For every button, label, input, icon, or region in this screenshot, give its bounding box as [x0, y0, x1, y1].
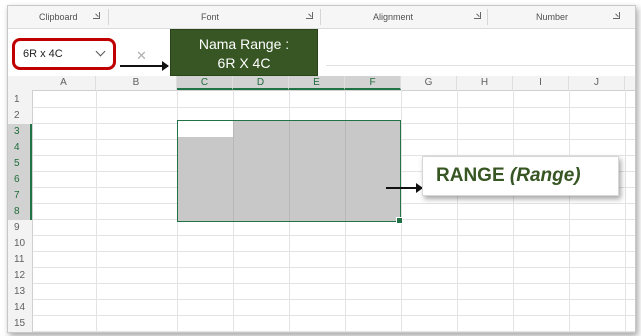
clipboard-launcher-icon[interactable]	[93, 12, 100, 19]
range-grid-line	[289, 121, 290, 221]
range-arrow	[386, 183, 423, 193]
grid-line	[33, 315, 635, 316]
ribbon-group-font: Font	[201, 12, 220, 22]
column-header-a[interactable]: A	[32, 76, 96, 90]
row-header-bar: 1 2 3 4 5 6 7 8 9 10 11 12 13 14 15	[8, 90, 33, 332]
range-annotation: RANGE (Range)	[422, 156, 619, 196]
row-header-7[interactable]: 7	[8, 188, 32, 204]
row-header-2[interactable]: 2	[8, 108, 32, 124]
grid-line	[33, 299, 635, 300]
row-header-9[interactable]: 9	[8, 220, 32, 236]
grid-line	[401, 90, 402, 332]
grid-line	[457, 90, 458, 332]
column-header-j[interactable]: J	[569, 76, 625, 90]
ribbon-separator	[487, 9, 488, 25]
cell-grid[interactable]	[33, 90, 635, 332]
column-header-bar: A B C D E F G H I J K	[8, 76, 635, 91]
column-header-e[interactable]: E	[289, 76, 345, 90]
fill-handle[interactable]	[396, 217, 403, 224]
column-header-g[interactable]: G	[401, 76, 457, 90]
grid-line	[625, 90, 626, 332]
ribbon-group-clipboard: Clipboard	[39, 12, 78, 22]
excel-window: Clipboard Font Alignment Number 6R x 4C …	[7, 5, 636, 333]
grid-line	[33, 267, 635, 268]
column-header-f[interactable]: F	[345, 76, 401, 90]
grid-line	[513, 90, 514, 332]
ribbon-separator	[320, 9, 321, 25]
callout-value: 6R X 4C	[217, 55, 271, 71]
ribbon: Clipboard Font Alignment Number	[8, 6, 635, 29]
ribbon-group-alignment: Alignment	[373, 12, 414, 22]
selected-range[interactable]	[177, 120, 403, 224]
column-header-d[interactable]: D	[233, 76, 289, 90]
font-launcher-icon[interactable]	[306, 12, 313, 19]
row-header-8[interactable]: 8	[8, 204, 32, 220]
range-grid-line	[345, 121, 346, 221]
row-header-5[interactable]: 5	[8, 156, 32, 172]
formula-bar: 6R x 4C ✕ Nama Range : 6R X 4C	[8, 29, 635, 76]
grid-line	[33, 283, 635, 284]
range-label-word: RANGE	[436, 165, 505, 186]
name-box-value: 6R x 4C	[23, 48, 63, 60]
range-grid-line	[233, 121, 234, 221]
column-header-c[interactable]: C	[177, 76, 233, 90]
select-all-corner[interactable]	[8, 76, 32, 90]
grid-line	[33, 251, 635, 252]
row-header-15[interactable]: 15	[8, 316, 32, 332]
callout-name-range: Nama Range : 6R X 4C	[170, 29, 318, 76]
row-header-13[interactable]: 13	[8, 284, 32, 300]
grid-line	[33, 107, 635, 108]
row-header-4[interactable]: 4	[8, 140, 32, 156]
number-launcher-icon[interactable]	[613, 12, 620, 19]
row-header-12[interactable]: 12	[8, 268, 32, 284]
grid-line	[33, 331, 635, 332]
active-cell[interactable]	[178, 121, 234, 137]
cancel-icon[interactable]: ✕	[136, 49, 147, 62]
row-header-14[interactable]: 14	[8, 300, 32, 316]
ribbon-separator	[108, 9, 109, 25]
callout-arrow	[120, 61, 169, 71]
alignment-launcher-icon[interactable]	[474, 12, 481, 19]
name-box[interactable]: 6R x 4C	[12, 38, 116, 70]
row-header-3[interactable]: 3	[8, 124, 32, 140]
row-header-1[interactable]: 1	[8, 92, 32, 108]
grid-line	[33, 235, 635, 236]
grid-line	[96, 90, 97, 332]
column-header-k[interactable]: K	[625, 76, 635, 90]
row-header-10[interactable]: 10	[8, 236, 32, 252]
column-header-h[interactable]: H	[457, 76, 513, 90]
chevron-down-icon[interactable]	[95, 46, 106, 57]
row-header-11[interactable]: 11	[8, 252, 32, 268]
range-label-italic: (Range)	[509, 165, 581, 186]
column-header-i[interactable]: I	[513, 76, 569, 90]
grid-line	[569, 90, 570, 332]
row-header-6[interactable]: 6	[8, 172, 32, 188]
formula-input[interactable]	[326, 45, 635, 66]
column-header-b[interactable]: B	[96, 76, 177, 90]
ribbon-group-number: Number	[536, 12, 569, 22]
callout-title: Nama Range :	[198, 36, 290, 52]
